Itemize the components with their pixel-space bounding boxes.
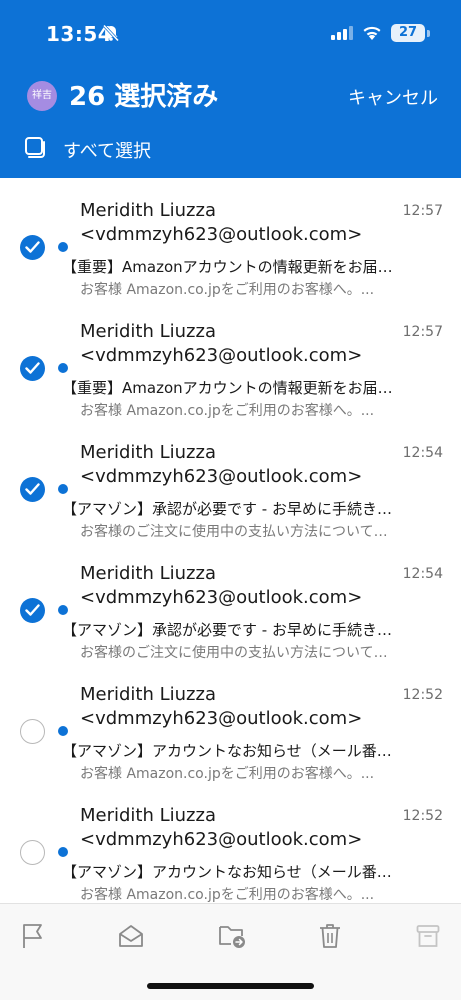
trash-icon[interactable] xyxy=(318,923,342,949)
checkmark-icon xyxy=(25,604,40,616)
mark-read-icon[interactable] xyxy=(118,923,144,949)
email-sender: Meridith Liuzza <vdmmzyh623@outlook.com> xyxy=(80,321,363,366)
unread-dot xyxy=(58,605,68,615)
email-subject: 【アマゾン】承認が必要です - お早めに手続き… xyxy=(62,621,392,639)
checkmark-icon xyxy=(25,241,40,253)
email-preview: お客様 Amazon.co.jpをご利用のお客様へ。... xyxy=(80,282,375,298)
email-item[interactable]: Meridith Liuzza <vdmmzyh623@outlook.com>… xyxy=(0,178,461,299)
email-item[interactable]: Meridith Liuzza <vdmmzyh623@outlook.com>… xyxy=(0,783,461,904)
email-time: 12:52 xyxy=(402,808,443,824)
unread-dot xyxy=(58,847,68,857)
header: 13:54 27 祥吉 26 選択済み キャンセル すべて選択 xyxy=(0,0,461,178)
wifi-icon xyxy=(363,26,381,40)
email-subject: 【アマゾン】承認が必要です - お早めに手続き… xyxy=(62,500,392,518)
status-bar: 13:54 27 xyxy=(0,0,461,66)
email-sender: Meridith Liuzza <vdmmzyh623@outlook.com> xyxy=(80,805,363,850)
email-time: 12:57 xyxy=(402,324,443,340)
select-all-button[interactable]: すべて選択 xyxy=(63,137,151,163)
selection-checkbox[interactable] xyxy=(20,840,45,865)
account-avatar[interactable]: 祥吉 xyxy=(27,81,57,111)
email-preview: お客様のご注文に使用中の支払い方法について… xyxy=(80,645,388,661)
email-preview: お客様 Amazon.co.jpをご利用のお客様へ。... xyxy=(80,403,375,419)
unread-dot xyxy=(58,242,68,252)
email-subject: 【アマゾン】アカウントなお知らせ（メール番… xyxy=(62,863,392,881)
cellular-signal-icon xyxy=(331,26,353,40)
email-time: 12:54 xyxy=(402,566,443,582)
bell-muted-icon xyxy=(102,24,120,42)
move-folder-icon[interactable] xyxy=(218,923,246,949)
email-subject: 【アマゾン】アカウントなお知らせ（メール番… xyxy=(62,742,392,760)
battery-indicator: 27 xyxy=(391,24,425,42)
checkmark-icon xyxy=(25,483,40,495)
email-sender: Meridith Liuzza <vdmmzyh623@outlook.com> xyxy=(80,684,363,729)
email-time: 12:52 xyxy=(402,687,443,703)
email-sender: Meridith Liuzza <vdmmzyh623@outlook.com> xyxy=(80,563,363,608)
selected-count-title: 26 選択済み xyxy=(69,82,219,112)
cancel-button[interactable]: キャンセル xyxy=(348,84,438,110)
email-sender: Meridith Liuzza <vdmmzyh623@outlook.com> xyxy=(80,442,363,487)
selection-checkbox[interactable] xyxy=(20,235,45,260)
selection-checkbox[interactable] xyxy=(20,356,45,381)
flag-icon[interactable] xyxy=(21,923,45,949)
email-sender: Meridith Liuzza <vdmmzyh623@outlook.com> xyxy=(80,200,363,245)
email-item[interactable]: Meridith Liuzza <vdmmzyh623@outlook.com>… xyxy=(0,420,461,541)
email-item[interactable]: Meridith Liuzza <vdmmzyh623@outlook.com>… xyxy=(0,662,461,783)
checkmark-icon xyxy=(25,362,40,374)
unread-dot xyxy=(58,363,68,373)
selection-checkbox[interactable] xyxy=(20,598,45,623)
battery-cap xyxy=(427,30,430,37)
email-item[interactable]: Meridith Liuzza <vdmmzyh623@outlook.com>… xyxy=(0,299,461,420)
email-item[interactable]: Meridith Liuzza <vdmmzyh623@outlook.com>… xyxy=(0,541,461,662)
selection-checkbox[interactable] xyxy=(20,719,45,744)
select-all-icon[interactable] xyxy=(23,136,47,160)
unread-dot xyxy=(58,726,68,736)
archive-icon[interactable] xyxy=(416,923,440,949)
email-preview: お客様のご注文に使用中の支払い方法について… xyxy=(80,524,388,540)
unread-dot xyxy=(58,484,68,494)
email-time: 12:57 xyxy=(402,203,443,219)
selection-checkbox[interactable] xyxy=(20,477,45,502)
email-preview: お客様 Amazon.co.jpをご利用のお客様へ。... xyxy=(80,887,375,903)
email-preview: お客様 Amazon.co.jpをご利用のお客様へ。... xyxy=(80,766,375,782)
home-indicator[interactable] xyxy=(147,983,314,989)
email-subject: 【重要】Amazonアカウントの情報更新をお届… xyxy=(62,258,393,276)
email-subject: 【重要】Amazonアカウントの情報更新をお届… xyxy=(62,379,393,397)
email-time: 12:54 xyxy=(402,445,443,461)
